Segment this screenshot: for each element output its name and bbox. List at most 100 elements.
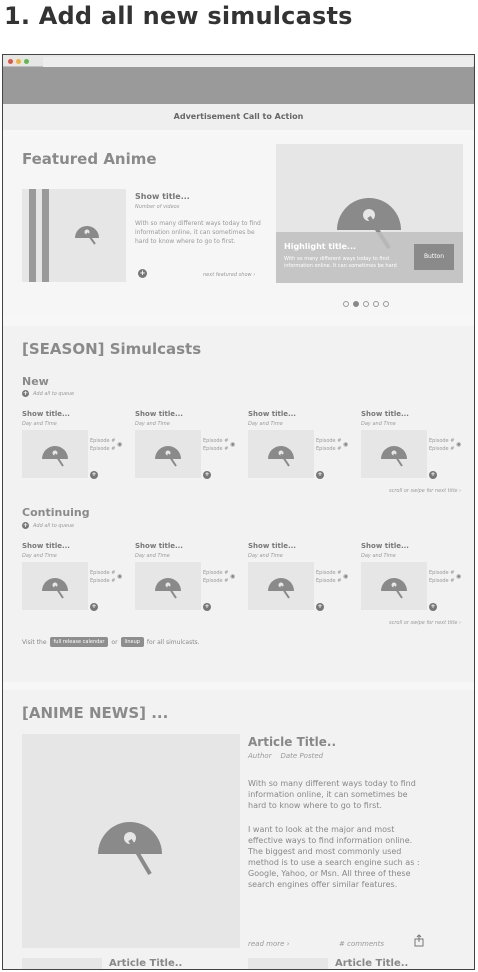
episode-list[interactable]: Episode # Episode # [429,569,454,585]
scroll-hint[interactable]: scroll or swipe for next title › [389,620,461,626]
comments-link[interactable]: # comments [339,940,384,948]
card-show-title[interactable]: Show title... [22,410,70,418]
card-day-time: Day and Time [135,421,170,427]
episode-list[interactable]: Episode # Episode # [203,437,228,453]
card-show-title[interactable]: Show title... [135,410,183,418]
lineup-button[interactable]: lineup [120,637,144,647]
new-label: New [22,375,49,388]
image-placeholder-icon [268,446,294,467]
image-placeholder-icon [155,578,181,599]
card-thumbnail[interactable] [135,430,201,478]
card-day-time: Day and Time [361,421,396,427]
featured-description: With so many different ways today to fin… [135,220,261,245]
card-show-title[interactable]: Show title... [248,410,296,418]
add-to-queue-icon[interactable]: + [429,471,437,479]
card-thumbnail[interactable] [22,562,88,610]
watched-eye-icon: ◉ [230,441,236,448]
carousel-pager[interactable] [341,292,391,311]
article-title[interactable]: Article Title.. [335,958,408,969]
card-thumbnail[interactable] [361,562,427,610]
read-more-link[interactable]: read more › [248,940,289,948]
episode-list[interactable]: Episode # Episode # [316,569,341,585]
image-placeholder-icon [42,446,68,467]
add-to-queue-icon[interactable]: + [316,603,324,611]
simulcasts-title: [SEASON] Simulcasts [22,340,202,358]
browser-tab[interactable] [43,57,473,67]
watched-eye-icon: ◉ [456,573,462,580]
pager-dot[interactable] [383,301,389,307]
card-show-title[interactable]: Show title... [248,542,296,550]
article-title[interactable]: Article Title.. [248,735,336,749]
pager-dot[interactable] [373,301,379,307]
add-all-queue-icon[interactable]: + [22,522,29,529]
simulcasts-section: [SEASON] Simulcasts New + Add all to que… [3,326,474,682]
visit-prefix: Visit the [22,638,47,646]
add-to-queue-icon[interactable]: + [138,269,147,278]
add-to-queue-icon[interactable]: + [429,603,437,611]
featured-cover[interactable] [22,189,126,282]
episode-list[interactable]: Episode # Episode # [429,437,454,453]
minimize-dot-icon[interactable] [16,59,21,64]
episode-list[interactable]: Episode # Episode # [203,569,228,585]
card-show-title[interactable]: Show title... [361,410,409,418]
highlight-description: With so many different ways today to fin… [284,256,397,269]
scroll-hint[interactable]: scroll or swipe for next title › [389,488,461,494]
step-heading: 1. Add all new simulcasts [4,2,353,30]
add-to-queue-icon[interactable]: + [90,471,98,479]
article-thumbnail[interactable] [22,958,102,969]
visit-suffix: for all simulcasts. [146,638,200,646]
pager-dot[interactable] [363,301,369,307]
watched-eye-icon: ◉ [117,441,123,448]
card-thumbnail[interactable] [22,430,88,478]
image-placeholder-icon [268,578,294,599]
continuing-label: Continuing [22,506,90,519]
card-thumbnail[interactable] [248,562,314,610]
image-placeholder-icon [75,226,99,245]
article-date: Date Posted [280,752,324,760]
featured-section: Featured Anime Show title... Number of v… [3,136,474,316]
article-thumbnail[interactable] [248,958,328,969]
card-show-title[interactable]: Show title... [22,542,70,550]
card-thumbnail[interactable] [248,430,314,478]
ad-banner[interactable]: Advertisement Call to Action [3,104,474,130]
browser-window: Advertisement Call to Action Featured An… [2,54,475,970]
image-placeholder-icon [381,578,407,599]
article-paragraph-2: I want to look at the major and most eff… [248,825,420,889]
full-release-calendar-button[interactable]: full release calendar [49,637,109,647]
card-show-title[interactable]: Show title... [135,542,183,550]
pager-dot[interactable] [343,301,349,307]
highlight-title: Highlight title... [284,242,357,251]
image-placeholder-icon [381,446,407,467]
watched-eye-icon: ◉ [117,573,123,580]
card-thumbnail[interactable] [361,430,427,478]
article-image[interactable] [22,734,240,948]
highlight-card[interactable]: Highlight title... With so many differen… [276,144,463,283]
image-placeholder-icon [155,446,181,467]
card-day-time: Day and Time [248,553,283,559]
card-show-title[interactable]: Show title... [361,542,409,550]
featured-show-title[interactable]: Show title... [135,192,190,201]
add-to-queue-icon[interactable]: + [203,603,211,611]
close-dot-icon[interactable] [8,59,13,64]
article-author[interactable]: Author [248,752,272,760]
episode-list[interactable]: Episode # Episode # [316,437,341,453]
add-all-queue-icon[interactable]: + [22,390,29,397]
featured-title: Featured Anime [22,150,157,168]
episode-list[interactable]: Episode # Episode # [90,569,115,585]
maximize-dot-icon[interactable] [24,59,29,64]
add-all-to-queue-link[interactable]: Add all to queue [33,523,74,529]
add-to-queue-icon[interactable]: + [316,471,324,479]
card-day-time: Day and Time [361,553,396,559]
pager-dot-active[interactable] [353,301,359,307]
add-all-to-queue-link[interactable]: Add all to queue [33,391,74,397]
episode-list[interactable]: Episode # Episode # [90,437,115,453]
card-day-time: Day and Time [135,553,170,559]
add-to-queue-icon[interactable]: + [90,603,98,611]
add-to-queue-icon[interactable]: + [203,471,211,479]
news-title: [ANIME NEWS] ... [22,704,169,722]
article-title[interactable]: Article Title.. [109,958,182,969]
highlight-button[interactable]: Button [414,244,454,270]
card-thumbnail[interactable] [135,562,201,610]
next-featured-link[interactable]: next featured show › [203,272,255,278]
share-icon[interactable] [414,934,424,947]
